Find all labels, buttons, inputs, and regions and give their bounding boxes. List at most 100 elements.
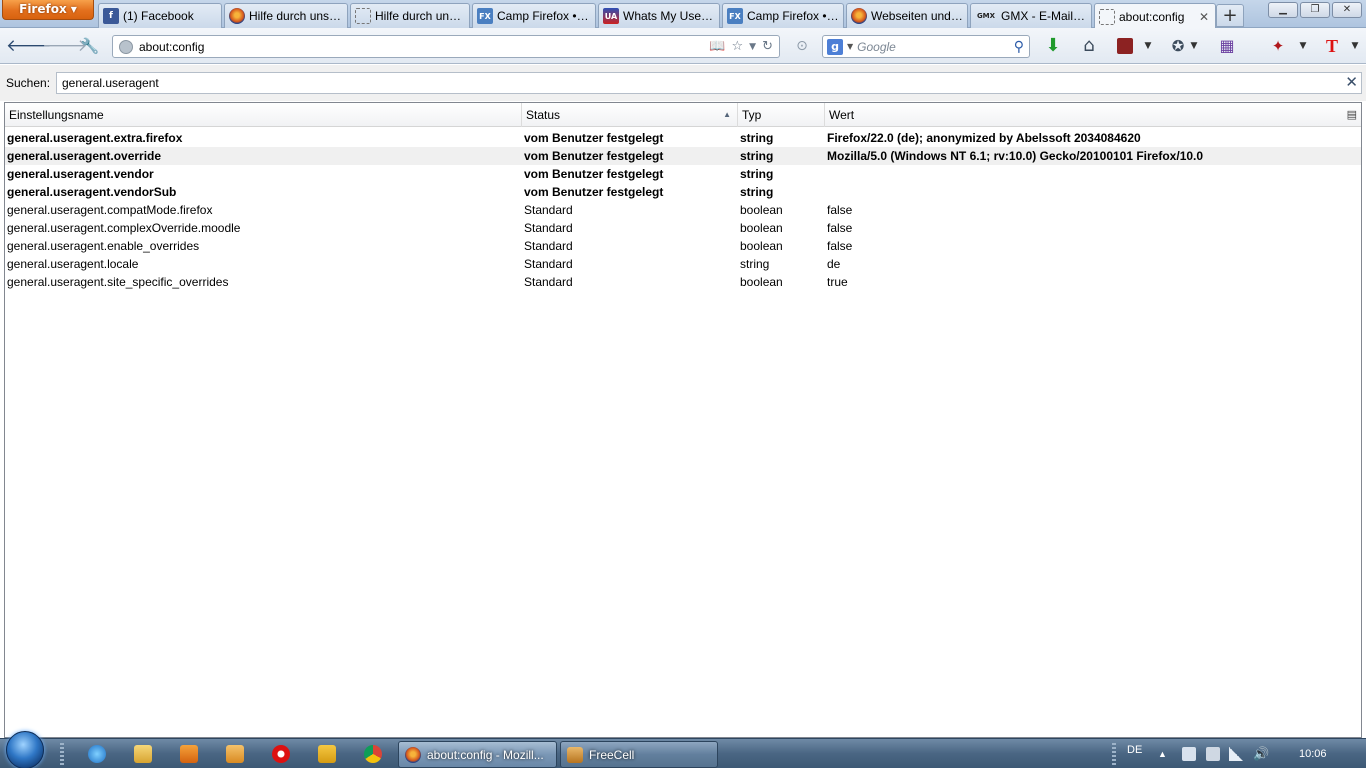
fritzbox-icon[interactable]: ✦: [1266, 34, 1290, 58]
tab-whats-my-user-agent[interactable]: UA Whats My User ...: [598, 3, 720, 28]
pref-row[interactable]: general.useragent.compatMode.firefox Stan…: [5, 201, 1361, 219]
addon-grid-icon[interactable]: ▦: [1215, 34, 1239, 58]
chevron-down-icon: ▼: [70, 5, 77, 14]
tab-gmx[interactable]: GMX GMX - E-Mail, Fr...: [970, 3, 1092, 28]
pref-value: true: [827, 275, 848, 289]
site-identity-icon[interactable]: [119, 39, 133, 54]
tab-label: GMX - E-Mail, Fr...: [1001, 9, 1087, 23]
close-window-button[interactable]: ✕: [1332, 2, 1362, 18]
config-filter-bar: Suchen: general.useragent ✕: [0, 65, 1366, 101]
magnifier-icon[interactable]: ⚲: [1014, 39, 1024, 55]
chevron-down-icon[interactable]: ▼: [1182, 34, 1206, 58]
filter-label: Suchen:: [6, 76, 51, 90]
firefox-icon: [405, 746, 421, 763]
pref-type: string: [740, 167, 774, 181]
taskbar-window-freecell[interactable]: FreeCell: [560, 741, 718, 768]
action-center-icon[interactable]: [1182, 747, 1196, 761]
google-engine-icon[interactable]: g: [827, 38, 843, 55]
firefox-menu-button[interactable]: Firefox ▼: [2, 0, 94, 20]
pref-name: general.useragent.override: [7, 149, 162, 163]
preferences-tree: Einstellungsname Status ▲ Typ Wert ▤ gen…: [4, 102, 1362, 738]
volume-icon[interactable]: 🔊: [1253, 739, 1269, 768]
pref-status: vom Benutzer festgelegt: [524, 167, 664, 181]
new-tab-button[interactable]: +: [1216, 4, 1244, 27]
tree-header: Einstellungsname Status ▲ Typ Wert ▤: [5, 103, 1361, 127]
camp-firefox-icon: FX: [477, 8, 493, 24]
reload-icon[interactable]: ↻: [762, 39, 773, 54]
language-indicator[interactable]: DE: [1127, 735, 1142, 765]
pref-status: Standard: [524, 275, 573, 289]
tab-camp-firefox-2[interactable]: FX Camp Firefox • F...: [722, 3, 844, 28]
column-picker-icon[interactable]: ▤: [1347, 108, 1357, 121]
tab-label: Camp Firefox • F...: [747, 9, 839, 23]
pref-row[interactable]: general.useragent.enable_overrides Standa…: [5, 237, 1361, 255]
power-icon[interactable]: [1206, 747, 1220, 761]
search-bar[interactable]: g ▼ Google ⚲: [822, 35, 1030, 58]
pref-value: false: [827, 221, 853, 235]
addon-search-icon[interactable]: ⊙: [790, 34, 814, 58]
tab-label: Webseiten und ...: [871, 9, 963, 23]
column-header-name[interactable]: Einstellungsname: [5, 103, 522, 127]
restore-button[interactable]: ❐: [1300, 2, 1330, 18]
pref-type: string: [740, 257, 770, 271]
pref-type: string: [740, 149, 774, 163]
pref-name: general.useragent.compatMode.firefox: [7, 203, 213, 217]
chrome-icon[interactable]: [364, 745, 382, 763]
download-icon[interactable]: ⬇: [1041, 34, 1065, 58]
tab-hilfe-1[interactable]: Hilfe durch unse...: [224, 3, 348, 28]
chevron-down-icon[interactable]: ▼: [1343, 34, 1366, 58]
tab-hilfe-2[interactable]: Hilfe durch unse...: [350, 3, 470, 28]
reader-view-icon[interactable]: 📖: [709, 39, 725, 54]
wrench-icon[interactable]: 🔧: [78, 34, 102, 58]
tab-about-config[interactable]: about:config ✕: [1094, 3, 1216, 29]
taskbar-window-label: about:config - Mozill...: [427, 747, 544, 762]
close-tab-icon[interactable]: ✕: [1197, 10, 1211, 24]
pref-type: boolean: [740, 275, 783, 289]
tab-facebook[interactable]: f (1) Facebook: [98, 3, 222, 28]
addon-red-icon[interactable]: [1113, 34, 1137, 58]
pref-row[interactable]: general.useragent.extra.firefox vom Benut…: [5, 129, 1361, 147]
column-header-status[interactable]: Status ▲: [522, 103, 738, 127]
opera-icon[interactable]: [272, 745, 290, 763]
pref-row[interactable]: general.useragent.vendor vom Benutzer fes…: [5, 165, 1361, 183]
column-header-type[interactable]: Typ: [738, 103, 825, 127]
search-input[interactable]: Google: [857, 40, 1014, 54]
clear-filter-icon[interactable]: ✕: [1345, 75, 1358, 90]
filter-input[interactable]: general.useragent: [56, 72, 1362, 94]
url-input[interactable]: about:config: [139, 40, 709, 54]
show-hidden-icons-icon[interactable]: ▲: [1158, 739, 1167, 768]
pref-row[interactable]: general.useragent.override vom Benutzer f…: [5, 147, 1361, 165]
app-icon[interactable]: [226, 745, 244, 763]
network-signal-icon[interactable]: [1229, 747, 1243, 761]
outlook-icon[interactable]: [318, 745, 336, 763]
pref-row[interactable]: general.useragent.site_specific_override…: [5, 273, 1361, 291]
internet-explorer-icon[interactable]: [88, 745, 106, 763]
forward-button[interactable]: 🡒: [42, 34, 88, 58]
column-header-value[interactable]: Wert: [825, 103, 1345, 127]
taskbar-window-firefox[interactable]: about:config - Mozill...: [398, 741, 557, 768]
pref-type: boolean: [740, 239, 783, 253]
gmx-icon: GMX: [976, 12, 996, 20]
minimize-button[interactable]: ▁: [1268, 2, 1298, 18]
chevron-down-icon[interactable]: ▼: [1136, 34, 1160, 58]
explorer-folder-icon[interactable]: [134, 745, 152, 763]
chevron-down-icon[interactable]: ▼: [1291, 34, 1315, 58]
pref-row[interactable]: general.useragent.locale Standard string de: [5, 255, 1361, 273]
clock[interactable]: 10:06: [1299, 739, 1327, 768]
pref-value: Mozilla/5.0 (Windows NT 6.1; rv:10.0) Ge…: [827, 149, 1204, 163]
tab-camp-firefox-1[interactable]: FX Camp Firefox • T...: [472, 3, 596, 28]
pref-row[interactable]: general.useragent.vendorSub vom Benutzer …: [5, 183, 1361, 201]
start-button[interactable]: [6, 731, 44, 768]
url-bar[interactable]: about:config 📖 ☆ ▼ ↻: [112, 35, 780, 58]
bookmark-star-icon[interactable]: ☆: [732, 39, 744, 54]
home-icon[interactable]: ⌂: [1077, 34, 1101, 58]
chevron-down-icon[interactable]: ▼: [847, 42, 853, 51]
pref-row[interactable]: general.useragent.complexOverride.moodle…: [5, 219, 1361, 237]
translate-t-icon[interactable]: T: [1320, 34, 1344, 58]
taskbar-grip: [60, 743, 64, 765]
history-dropdown-icon[interactable]: ▼: [749, 42, 756, 52]
tab-webseiten[interactable]: Webseiten und ...: [846, 3, 968, 28]
back-button[interactable]: 🡐: [6, 34, 52, 58]
media-player-icon[interactable]: [180, 745, 198, 763]
pref-value: Firefox/22.0 (de); anonymized by Abelsso…: [827, 131, 1141, 145]
